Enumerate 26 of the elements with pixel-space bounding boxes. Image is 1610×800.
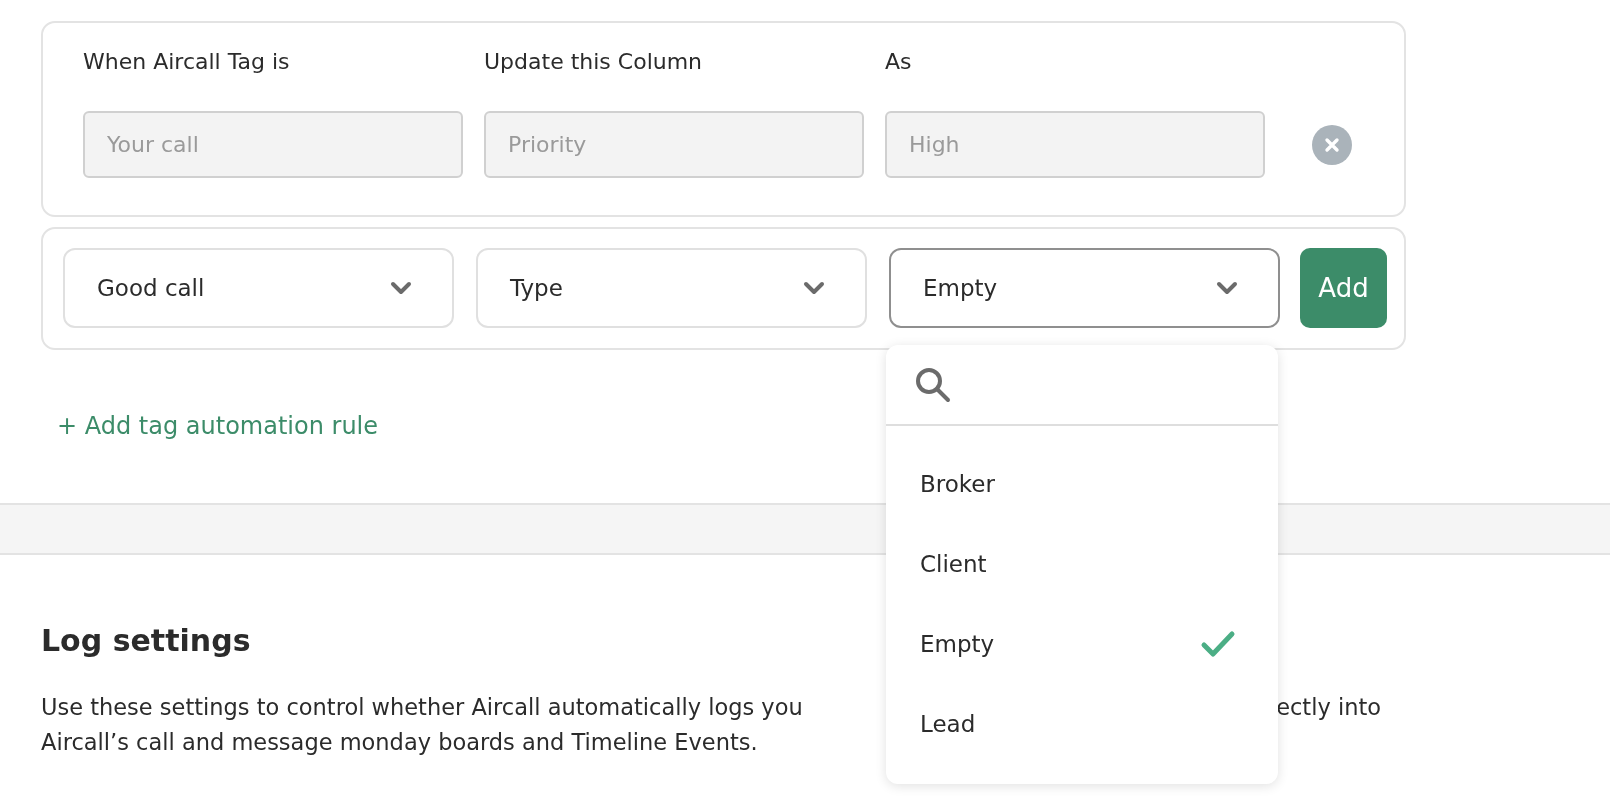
select-field[interactable]: Empty (889, 248, 1280, 328)
x-icon (1324, 136, 1340, 153)
search-icon (914, 365, 952, 404)
dropdown-option[interactable]: Broker (886, 444, 1278, 524)
section-title: Log settings (41, 623, 251, 658)
chevron-down-icon (390, 281, 412, 295)
description-text: Aircall’s call and message monday boards and Timeline Events. (41, 728, 758, 757)
dropdown-option[interactable]: Client (886, 524, 1278, 604)
add-rule-link[interactable]: + Add tag automation rule (57, 412, 379, 440)
add-button[interactable]: Add (1300, 248, 1387, 328)
option-label: Lead (920, 711, 976, 737)
option-label: Empty (920, 631, 995, 657)
description-text: ectly into (1276, 693, 1381, 722)
option-label: Broker (920, 471, 995, 497)
column-label: When Aircall Tag is (83, 48, 291, 76)
dropdown-option[interactable]: Lead (886, 684, 1278, 764)
select-field[interactable]: Good call (63, 248, 454, 328)
description-text: Use these settings to control whether Aircall automatically logs you (41, 693, 803, 722)
remove-button[interactable] (1312, 124, 1352, 165)
column-label: Update this Column (484, 48, 704, 76)
chevron-down-icon (803, 281, 825, 295)
option-label: Client (920, 551, 987, 577)
chevron-down-icon (1216, 281, 1238, 295)
select-field[interactable]: Type (476, 248, 867, 328)
column-label: As (885, 48, 913, 76)
dropdown-option[interactable]: Empty (886, 604, 1278, 684)
